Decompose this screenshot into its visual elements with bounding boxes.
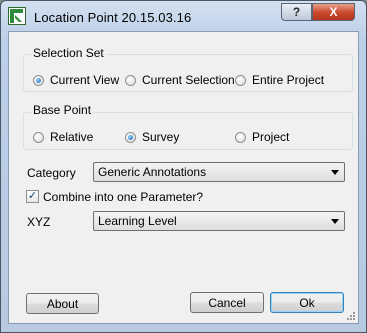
checkmark-icon: ✓: [27, 190, 38, 202]
radio-label: Current View: [50, 73, 120, 87]
close-button[interactable]: X: [312, 3, 355, 21]
help-button[interactable]: ?: [281, 3, 312, 21]
radio-survey[interactable]: Survey: [125, 130, 179, 144]
dialog-client-area: Selection Set Current View Current Selec…: [8, 31, 359, 324]
xyz-dropdown[interactable]: Learning Level: [93, 211, 345, 231]
cancel-button-label: Cancel: [208, 295, 246, 310]
radio-label: Current Selection: [142, 73, 235, 87]
radio-entire-project[interactable]: Entire Project: [235, 73, 324, 87]
radio-project[interactable]: Project: [235, 130, 289, 144]
radio-label: Entire Project: [252, 73, 325, 87]
cancel-button[interactable]: Cancel: [190, 292, 264, 313]
radio-button[interactable]: [125, 74, 136, 86]
app-icon: [8, 7, 26, 25]
combine-label: Combine into one Parameter?: [43, 190, 204, 204]
category-value: Generic Annotations: [98, 165, 207, 179]
radio-label: Survey: [142, 130, 180, 144]
chevron-down-icon: [331, 219, 339, 224]
radio-current-selection[interactable]: Current Selection: [125, 73, 235, 87]
window-title: Location Point 20.15.03.16: [34, 10, 192, 25]
ok-button[interactable]: Ok: [270, 292, 344, 313]
combine-checkbox[interactable]: ✓: [26, 190, 39, 203]
radio-relative[interactable]: Relative: [33, 130, 93, 144]
base-point-label: Base Point: [31, 103, 94, 117]
radio-button[interactable]: [33, 74, 44, 86]
chevron-down-icon: [331, 170, 339, 175]
close-icon: X: [329, 5, 338, 19]
title-bar[interactable]: Location Point 20.15.03.16 ? X: [1, 1, 366, 31]
category-dropdown[interactable]: Generic Annotations: [93, 162, 345, 182]
radio-button[interactable]: [33, 131, 44, 143]
help-icon: ?: [292, 5, 301, 19]
radio-label: Relative: [50, 130, 94, 144]
xyz-value: Learning Level: [98, 214, 177, 228]
radio-current-view[interactable]: Current View: [33, 73, 119, 87]
dialog-window: Location Point 20.15.03.16 ? X Selection…: [0, 0, 367, 333]
resize-grip-icon[interactable]: [346, 311, 356, 321]
ok-button-label: Ok: [299, 295, 315, 310]
category-label: Category: [27, 166, 76, 180]
radio-button[interactable]: [235, 74, 246, 86]
radio-button[interactable]: [125, 131, 136, 143]
selection-set-label: Selection Set: [31, 46, 106, 60]
radio-button[interactable]: [235, 131, 246, 143]
about-button-label: About: [46, 296, 79, 311]
about-button[interactable]: About: [26, 293, 99, 314]
radio-label: Project: [252, 130, 290, 144]
xyz-label: XYZ: [27, 215, 51, 229]
